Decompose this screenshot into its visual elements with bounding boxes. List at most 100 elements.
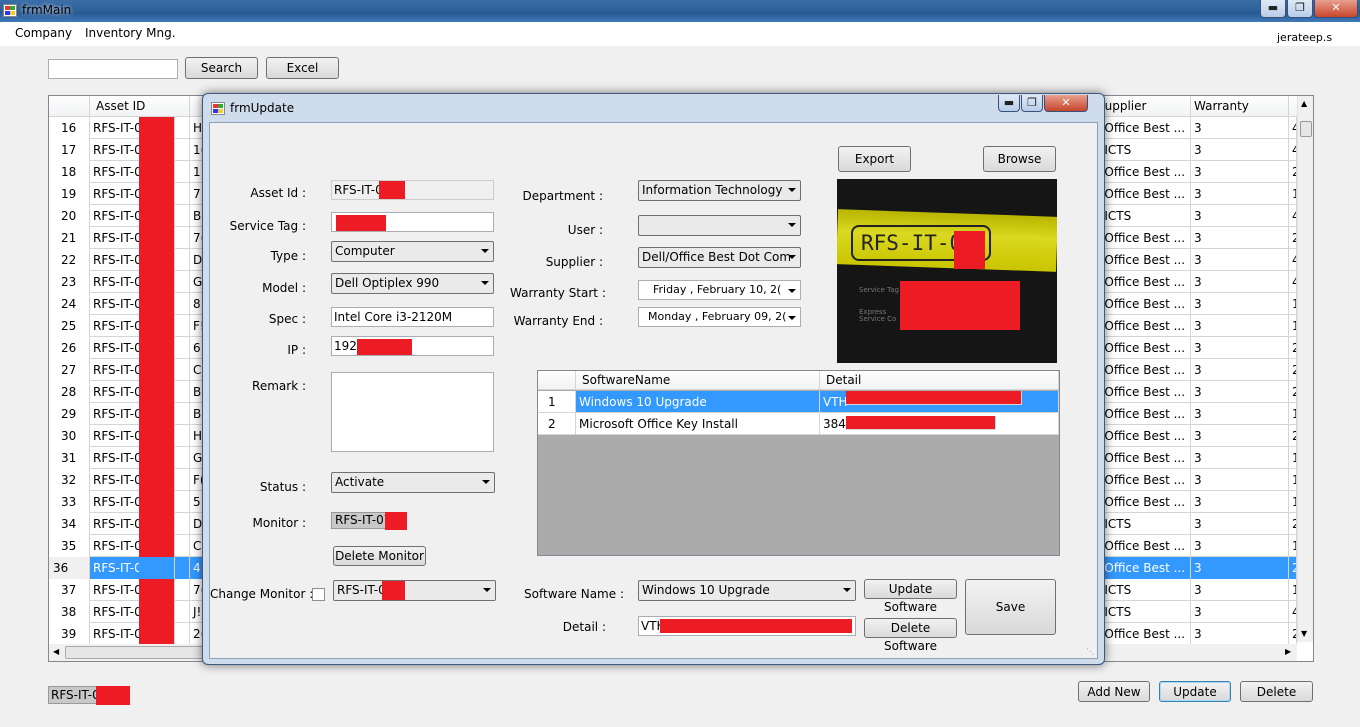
scroll-down-icon[interactable]: ▼ (1301, 629, 1307, 638)
row-header-corner (49, 96, 90, 117)
cell-supplier: l/ICTS (1094, 513, 1191, 535)
scroll-left-icon[interactable]: ◀ (53, 647, 59, 656)
software-row[interactable]: 2 Microsoft Office Key Install 384B (538, 413, 1059, 435)
label-warranty-start: Warranty Start : (510, 286, 606, 300)
cell-next-col: 1 (1289, 491, 1297, 513)
row-number: 25 (49, 315, 90, 337)
software-name-select[interactable]: Windows 10 Upgrade (638, 580, 856, 601)
row-number: 19 (49, 183, 90, 205)
col-asset-id[interactable]: Asset ID (90, 96, 190, 117)
row-number: 38 (49, 601, 90, 623)
dialog-close-button[interactable]: ✕ (1044, 95, 1088, 112)
cell-supplier: l/Office Best ... (1094, 161, 1191, 183)
redaction (139, 315, 175, 337)
software-row[interactable]: 1 Windows 10 Upgrade VTH (538, 391, 1059, 413)
row-number: 18 (49, 161, 90, 183)
warranty-end-value: Monday , February 09, 2( (648, 310, 787, 323)
asset-id-field[interactable]: RFS-IT-0 (331, 180, 494, 200)
cell-warranty: 3 (1191, 249, 1289, 271)
department-select[interactable]: Information Technology (638, 180, 801, 201)
grid-vertical-scrollbar[interactable]: ▲ ▼ (1297, 96, 1313, 642)
supplier-select[interactable]: Dell/Office Best Dot Com (638, 247, 801, 268)
delete-monitor-button[interactable]: Delete Monitor (333, 546, 426, 566)
redaction (954, 231, 985, 269)
redaction (139, 117, 175, 139)
user-select[interactable] (638, 215, 801, 236)
cell-supplier: l/Office Best ... (1094, 271, 1191, 293)
menu-bar: Company Inventory Mng. jerateep.s (0, 22, 1360, 46)
cell-supplier: l/Office Best ... (1094, 117, 1191, 139)
redaction (336, 215, 386, 231)
minimize-button[interactable]: ▬ (1260, 0, 1286, 18)
browse-button[interactable]: Browse (983, 146, 1056, 172)
scroll-thumb[interactable] (1300, 121, 1312, 137)
software-row-number: 2 (538, 413, 576, 435)
chevron-down-icon (483, 588, 491, 592)
excel-button[interactable]: Excel (266, 57, 339, 79)
calendar-dropdown-icon[interactable] (788, 316, 796, 320)
detail-field[interactable]: VTH (638, 616, 856, 636)
col-supplier[interactable]: Supplier (1094, 96, 1191, 117)
save-button[interactable]: Save (965, 579, 1056, 635)
delete-software-button[interactable]: Delete Software (864, 618, 957, 653)
update-software-button[interactable]: Update Software (864, 579, 957, 614)
cell-next-col: 2 (1289, 557, 1297, 579)
hscroll-thumb[interactable] (65, 646, 205, 659)
redaction (846, 416, 996, 430)
delete-button[interactable]: Delete (1240, 681, 1313, 702)
search-button[interactable]: Search (185, 57, 258, 79)
row-number: 32 (49, 469, 90, 491)
change-monitor-select[interactable]: RFS-IT-0 (333, 580, 496, 601)
label-warranty-end: Warranty End : (513, 314, 603, 328)
col-software-detail[interactable]: Detail (820, 371, 1059, 390)
cell-supplier: l/ICTS (1094, 601, 1191, 623)
model-select[interactable]: Dell Optiplex 990 (331, 273, 494, 294)
col-software-name[interactable]: SoftwareName (576, 371, 820, 390)
cell-warranty: 3 (1191, 205, 1289, 227)
redaction (139, 447, 175, 469)
update-button[interactable]: Update (1159, 681, 1231, 702)
row-number: 37 (49, 579, 90, 601)
close-button[interactable]: ✕ (1314, 0, 1358, 18)
search-input[interactable] (48, 59, 178, 79)
cell-warranty: 3 (1191, 535, 1289, 557)
asset-id-value: RFS-IT-0 (334, 183, 383, 197)
ip-field[interactable]: 192. (331, 336, 494, 356)
redaction (139, 623, 175, 645)
export-button[interactable]: Export (838, 146, 911, 172)
dialog-maximize-button[interactable]: ❐ (1021, 95, 1043, 112)
scroll-right-icon[interactable]: ▶ (1285, 647, 1291, 656)
cell-warranty: 3 (1191, 513, 1289, 535)
resize-grip-icon[interactable]: ⋱ (1086, 647, 1094, 656)
label-detail: Detail : (562, 620, 606, 634)
redaction (139, 403, 175, 425)
calendar-dropdown-icon[interactable] (788, 289, 796, 293)
menu-inventory[interactable]: Inventory Mng. (85, 26, 176, 40)
warranty-end-picker[interactable]: Monday , February 09, 2( (638, 307, 801, 327)
cell-warranty: 3 (1191, 381, 1289, 403)
add-new-button[interactable]: Add New (1078, 681, 1150, 702)
change-monitor-checkbox[interactable] (312, 588, 325, 601)
spec-field[interactable]: Intel Core i3-2120M (331, 307, 494, 327)
cell-next-col: 1 (1289, 293, 1297, 315)
service-tag-field[interactable] (331, 212, 494, 232)
maximize-button[interactable]: ❐ (1287, 0, 1313, 18)
warranty-start-picker[interactable]: Friday , February 10, 2( (638, 280, 801, 300)
monitor-value: RFS-IT-07 (335, 513, 392, 527)
cell-warranty: 3 (1191, 359, 1289, 381)
status-select[interactable]: Activate (331, 472, 495, 493)
scroll-up-icon[interactable]: ▲ (1301, 99, 1307, 108)
dialog-minimize-button[interactable]: ▬ (998, 95, 1020, 112)
chevron-down-icon (788, 255, 796, 259)
menu-company[interactable]: Company (15, 26, 72, 40)
remark-textarea[interactable] (331, 372, 494, 452)
type-select[interactable]: Computer (331, 241, 494, 262)
col-warranty[interactable]: Warranty (1191, 96, 1289, 117)
redaction (139, 579, 175, 601)
row-number: 24 (49, 293, 90, 315)
redaction (139, 271, 175, 293)
photo-label-text: RFS-IT-0 (861, 231, 963, 255)
dialog-content: Asset Id : Service Tag : Type : Model : … (209, 122, 1098, 659)
cell-supplier: l/Office Best ... (1094, 403, 1191, 425)
software-grid[interactable]: SoftwareName Detail 1 Windows 10 Upgrade V… (537, 370, 1060, 556)
